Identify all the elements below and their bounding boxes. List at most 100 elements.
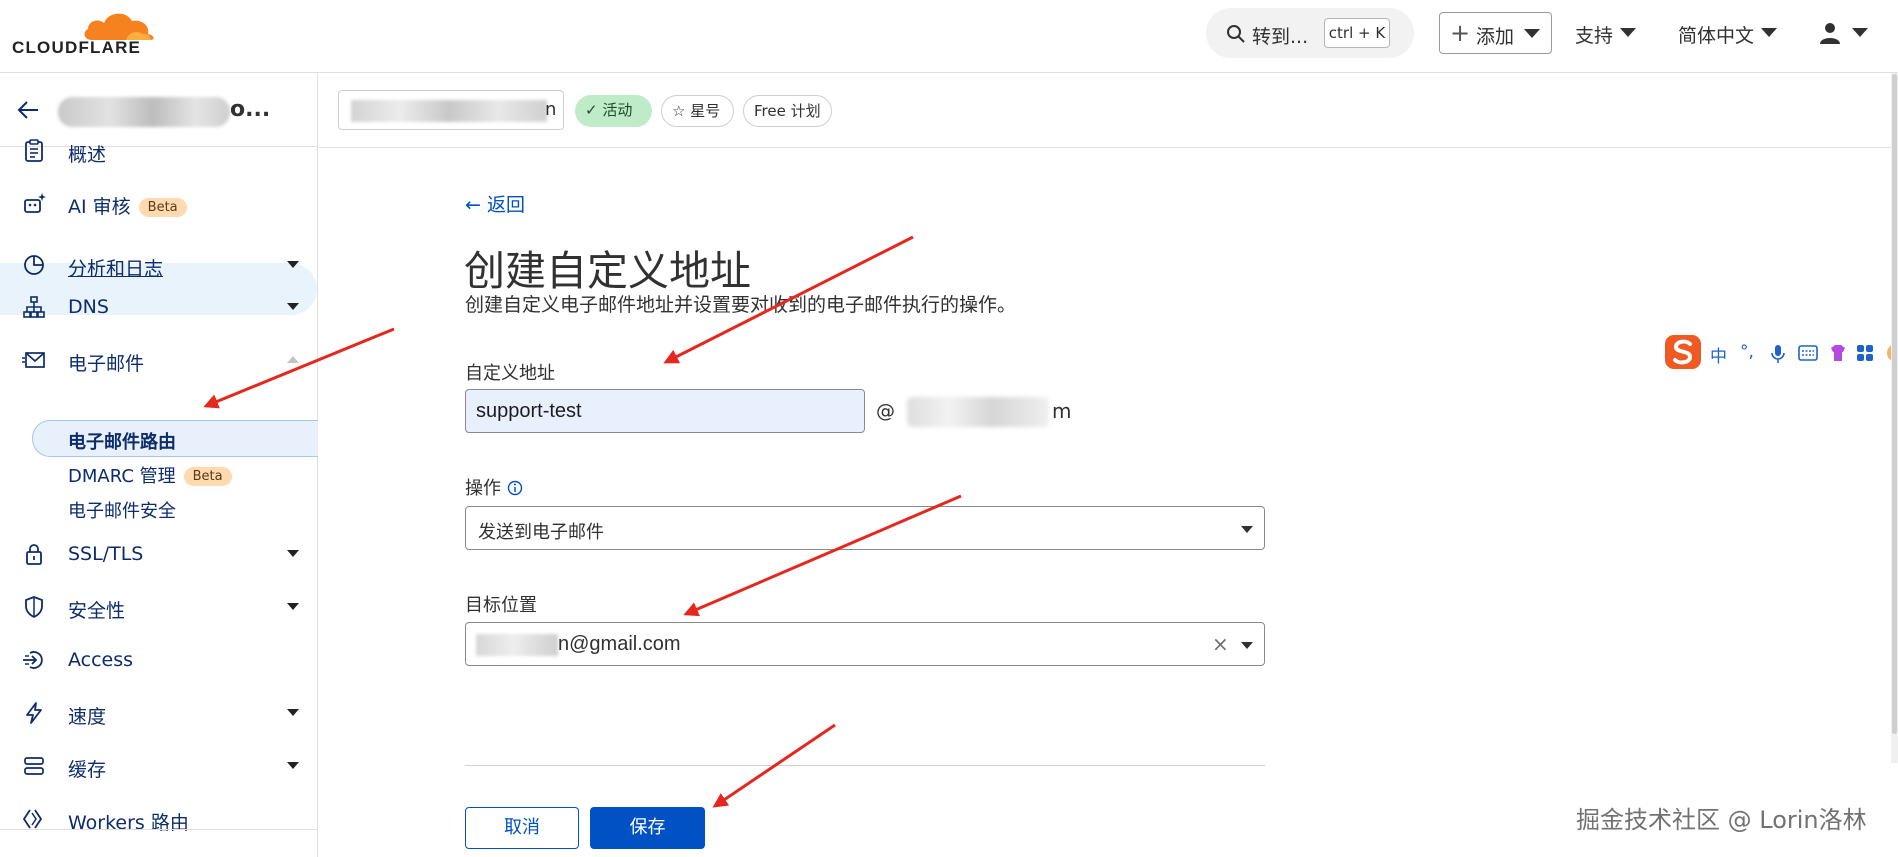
arrow-left-icon[interactable]: [16, 99, 40, 121]
sidebar-item-label: 速度: [68, 706, 107, 728]
user-icon: [1820, 23, 1840, 44]
sidebar-item-label: 安全性: [68, 600, 126, 622]
sidebar-item-overview[interactable]: 概述: [0, 127, 317, 175]
document-icon: [25, 139, 43, 162]
sidebar-item-label: DNS: [68, 296, 109, 318]
sidebar-subitem-email-security[interactable]: 电子邮件安全: [68, 497, 176, 523]
chevron-up-icon: [287, 356, 299, 363]
chevron-down-icon: [1524, 29, 1540, 38]
close-icon[interactable]: ×: [1212, 632, 1229, 656]
workers-icon: [22, 809, 43, 829]
arrow-left-icon: ←: [465, 194, 481, 216]
sidebar-item-workers-routes[interactable]: Workers 路由: [0, 795, 317, 843]
add-label: 添加: [1476, 26, 1515, 48]
custom-address-label: 自定义地址: [465, 363, 555, 384]
watermark: 掘金技术社区 @ Lorin洛林: [1576, 806, 1867, 834]
sidebar-item-label: AI 审核 Beta: [68, 192, 187, 219]
save-button[interactable]: 保存: [590, 807, 705, 849]
access-icon: [23, 651, 43, 669]
search-icon: [1227, 25, 1245, 43]
sidebar-item-label: 概述: [68, 144, 107, 166]
zone-name-suffix: n: [545, 99, 557, 120]
sidebar-subitem-email-routing[interactable]: 电子邮件路由: [68, 428, 176, 454]
beta-badge: Beta: [138, 198, 187, 217]
sidebar: o... 概述 AI 审核 Beta 分析和日志 DNS 电子邮件 电子邮件路由…: [0, 73, 318, 857]
action-value: 发送到电子邮件: [478, 522, 604, 543]
add-button[interactable]: + 添加: [1439, 12, 1552, 54]
custom-address-input[interactable]: [465, 389, 865, 433]
logo-wordmark: CLOUDFLARE: [12, 38, 142, 57]
envelope-icon: [22, 352, 45, 368]
zone-selector[interactable]: n: [338, 90, 564, 130]
pie-chart-icon: [24, 255, 44, 275]
sidebar-item-access[interactable]: Access: [0, 636, 317, 684]
star-button[interactable]: ☆ 星号: [661, 95, 734, 127]
action-select[interactable]: 发送到电子邮件: [465, 506, 1265, 550]
destination-select[interactable]: n@gmail.com ×: [465, 622, 1265, 666]
email-redacted: [476, 634, 558, 656]
status-badge: ✓ 活动: [575, 95, 652, 127]
sidebar-item-dns[interactable]: DNS: [0, 283, 317, 331]
destination-label: 目标位置: [465, 595, 537, 616]
zone-name-redacted: [351, 100, 547, 122]
sidebar-item-label: SSL/TLS: [68, 543, 144, 565]
back-label: 返回: [486, 194, 525, 216]
ime-punctuation-label: °,: [1740, 342, 1754, 362]
chevron-down-icon: [1761, 28, 1777, 37]
language-label: 简体中文: [1678, 25, 1755, 47]
sidebar-subitem-dmarc[interactable]: DMARC 管理 Beta: [68, 462, 232, 488]
sidebar-item-cache[interactable]: 缓存: [0, 742, 317, 790]
check-icon: ✓: [585, 101, 598, 119]
robot-icon: [24, 193, 46, 213]
grid-menu-icon: [1857, 345, 1873, 361]
chevron-down-icon: [1852, 28, 1868, 37]
bolt-icon: [26, 702, 42, 724]
cloud-logo-icon: [84, 13, 154, 40]
sidebar-item-ai-audit[interactable]: AI 审核 Beta: [0, 179, 317, 227]
beta-badge: Beta: [183, 467, 232, 486]
sidebar-item-label: 电子邮件: [68, 353, 145, 375]
chevron-down-icon: [1241, 642, 1253, 649]
sidebar-item-security[interactable]: 安全性: [0, 583, 317, 631]
top-bar: CLOUDFLARE 转到... ctrl + K + 添加 支持 简体中文: [0, 0, 1898, 73]
sidebar-item-speed[interactable]: 速度: [0, 689, 317, 737]
at-sign: @: [876, 400, 895, 422]
sidebar-item-label: Workers 路由: [68, 812, 189, 834]
domain-redacted: [907, 397, 1049, 427]
scrollbar-thumb[interactable]: [1892, 74, 1897, 734]
ime-toolbar[interactable]: 中 °,: [1660, 332, 1898, 376]
support-label: 支持: [1575, 25, 1614, 47]
search-label: 转到...: [1252, 26, 1309, 48]
network-icon: [23, 296, 45, 318]
destination-value: n@gmail.com: [558, 633, 681, 655]
sogou-logo-icon: [1665, 335, 1701, 369]
star-label: 星号: [690, 102, 721, 120]
sidebar-item-label: Access: [68, 649, 134, 671]
sidebar-item-label: 分析和日志: [68, 258, 164, 280]
form-divider: [465, 765, 1265, 766]
zone-header: n ✓ 活动 ☆ 星号 Free 计划: [319, 73, 1898, 148]
site-name-redacted: [58, 97, 230, 127]
sidebar-item-ssl-tls[interactable]: SSL/TLS: [0, 530, 317, 578]
plan-badge[interactable]: Free 计划: [743, 95, 832, 127]
chevron-down-icon: [287, 709, 299, 716]
cancel-button[interactable]: 取消: [465, 807, 579, 849]
quick-search[interactable]: 转到... ctrl + K: [1206, 8, 1414, 58]
cloudflare-logo[interactable]: CLOUDFLARE: [12, 8, 154, 58]
sidebar-footer-divider: [0, 829, 317, 830]
sidebar-item-label: 缓存: [68, 759, 107, 781]
keyboard-icon: [1798, 345, 1818, 361]
dmarc-text: DMARC 管理: [68, 466, 176, 487]
chevron-down-icon: [287, 261, 299, 268]
sidebar-item-email[interactable]: 电子邮件: [0, 336, 317, 384]
chevron-down-icon: [1241, 526, 1253, 533]
chevron-down-icon: [1620, 28, 1636, 37]
back-link[interactable]: ← 返回: [465, 190, 525, 217]
skin-icon: [1831, 345, 1845, 361]
star-icon: ☆: [672, 102, 686, 120]
shield-icon: [25, 596, 43, 619]
search-shortcut: ctrl + K: [1324, 18, 1390, 48]
info-icon[interactable]: [507, 480, 523, 496]
server-icon: [24, 757, 44, 775]
sidebar-item-analytics[interactable]: 分析和日志: [0, 241, 317, 289]
